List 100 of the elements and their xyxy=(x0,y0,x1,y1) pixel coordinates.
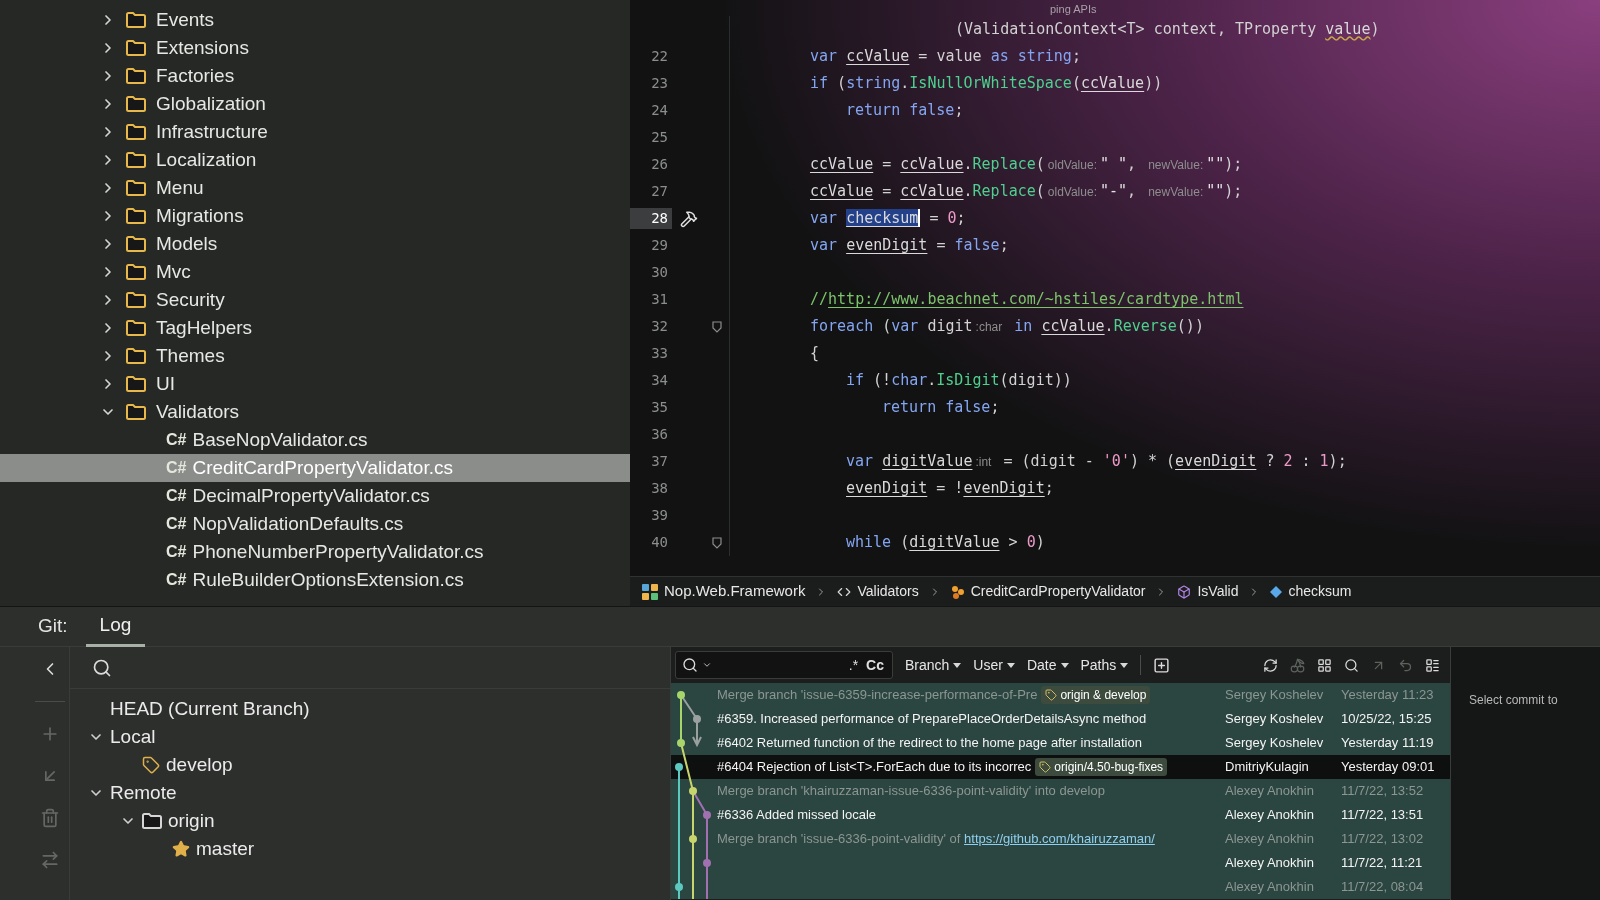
tree-item[interactable]: Infrastructure xyxy=(0,118,630,146)
tree-item[interactable]: C# NopValidationDefaults.cs xyxy=(0,510,630,538)
fold-marker-icon[interactable] xyxy=(712,320,722,333)
tree-item[interactable]: C# DecimalPropertyValidator.cs xyxy=(0,482,630,510)
search-field[interactable]: .* Cc xyxy=(675,651,893,679)
commit-date: 11/7/22, 13:02 xyxy=(1341,831,1424,847)
url-link[interactable]: http://www.beachnet.com/~hstiles/cardtype.html xyxy=(828,290,1244,309)
commit-row[interactable]: Merge branch 'issue-6336-point-validity' of https://github.com/khairuzzaman/ Alexey Anokhin 11/7/22, 13:02 xyxy=(671,827,1450,851)
folder-icon xyxy=(126,180,146,196)
tag-icon xyxy=(1045,689,1058,701)
folder-icon xyxy=(126,264,146,280)
grid-icon[interactable] xyxy=(1317,657,1332,673)
tree-item[interactable]: TagHelpers xyxy=(0,314,630,342)
empty-state-text: Select commit to xyxy=(1469,693,1558,707)
diamond-icon xyxy=(1270,585,1283,598)
filter-dropdown[interactable]: Date xyxy=(1026,654,1069,676)
commit-row[interactable]: #6404 Rejection of List<T>.ForEach due to its incorrec origin/4.50-bug-fixes DmitriyKulagin Yesterday 09:01 xyxy=(671,755,1450,779)
commit-author: Sergey Koshelev xyxy=(1225,687,1324,703)
breadcrumb-item[interactable]: CreditCardPropertyValidator xyxy=(950,581,1146,602)
filter-dropdown[interactable]: Branch xyxy=(905,654,962,676)
dots-icon xyxy=(950,584,965,599)
tree-item[interactable]: Themes xyxy=(0,342,630,370)
branch-item[interactable]: HEAD (Current Branch) xyxy=(70,695,670,723)
tree-item[interactable]: Events xyxy=(0,6,630,34)
commit-row[interactable]: #6336 Added missed locale Alexey Anokhin 11/7/22, 13:51 xyxy=(671,803,1450,827)
square-plus-icon[interactable] xyxy=(1153,656,1171,674)
commit-author: Alexey Anokhin xyxy=(1225,855,1314,871)
commit-row[interactable]: Merge branch 'issue-6359-increase-performance-of-Pre origin & develop Sergey Koshelev Yesterday 11:23 xyxy=(671,683,1450,707)
breadcrumb-item[interactable]: Validators xyxy=(837,581,919,602)
commit-author: Sergey Koshelev xyxy=(1225,735,1324,751)
tree-item[interactable]: Migrations xyxy=(0,202,630,230)
tree-item[interactable]: Localization xyxy=(0,146,630,174)
line-number: 35 xyxy=(650,398,669,417)
breadcrumb-item[interactable]: checksum xyxy=(1270,581,1352,602)
tree-item[interactable]: C# BaseNopValidator.cs xyxy=(0,426,630,454)
commit-date: 10/25/22, 15:25 xyxy=(1341,711,1432,727)
tree-item[interactable]: Extensions xyxy=(0,34,630,62)
tree-item[interactable]: Mvc xyxy=(0,258,630,286)
tree-item[interactable]: UI xyxy=(0,370,630,398)
line-number: 36 xyxy=(650,425,669,444)
filter-dropdown[interactable]: Paths xyxy=(1080,654,1129,676)
commit-row[interactable]: #6359. Increased performance of PreparePlaceOrderDetailsAsync method Sergey Koshelev 10/25/22, 15:25 xyxy=(671,707,1450,731)
branch-item[interactable]: Local xyxy=(70,723,670,751)
commit-date: 11/7/22, 11:21 xyxy=(1341,855,1423,871)
commit-message: Merge branch 'issue-6359-increase-performance-of-Pre xyxy=(717,686,1038,705)
ref-label-text: origin & develop xyxy=(1060,687,1147,704)
commit-author: Alexey Anokhin xyxy=(1225,831,1314,847)
line-number: 26 xyxy=(650,155,669,174)
file-type-label: C# xyxy=(166,542,187,562)
code-line: ccValue = ccValue.Replace( oldValue: " ", newValue: ""); xyxy=(810,154,1243,176)
regex-toggle[interactable]: .* xyxy=(846,654,861,676)
url-link[interactable]: https://github.com/khairuzzaman/ xyxy=(964,831,1155,847)
caret-down-icon xyxy=(953,662,962,668)
commit-message: Merge branch 'issue-6336-point-validity' of https://github.com/khairuzzaman/ xyxy=(717,830,1155,849)
tree-item[interactable]: Validators xyxy=(0,398,630,426)
folder-icon xyxy=(126,376,146,392)
search-icon[interactable] xyxy=(1344,657,1359,673)
tree-item[interactable]: Globalization xyxy=(0,90,630,118)
commit-row[interactable]: Alexey Anokhin 11/7/22, 11:21 xyxy=(671,851,1450,875)
folder-icon xyxy=(126,12,146,28)
branch-item[interactable]: origin xyxy=(70,807,670,835)
code-line: var checksum = 0; xyxy=(810,208,966,230)
line-number: 37 xyxy=(650,452,669,471)
line-number: 33 xyxy=(650,344,669,363)
refresh-icon[interactable] xyxy=(1263,657,1278,673)
branch-item[interactable]: develop xyxy=(70,751,670,779)
breadcrumb-item[interactable]: Nop.Web.Framework xyxy=(642,580,806,603)
commit-message: #6336 Added missed locale xyxy=(717,806,876,825)
commit-author: DmitriyKulagin xyxy=(1225,759,1309,775)
commit-author: Alexey Anokhin xyxy=(1225,879,1314,895)
cube-icon xyxy=(1177,584,1192,599)
tree-item[interactable]: C# RuleBuilderOptionsExtension.cs xyxy=(0,566,630,594)
branch-item[interactable]: master xyxy=(70,835,670,863)
line-number: 31 xyxy=(650,290,669,309)
code-line: foreach (var digit :char in ccValue.Reverse()) xyxy=(810,316,1204,338)
tree-item[interactable]: Security xyxy=(0,286,630,314)
breadcrumb-item[interactable]: IsValid xyxy=(1177,581,1239,602)
branch-item[interactable]: Remote xyxy=(70,779,670,807)
tree-item[interactable]: C# PhoneNumberPropertyValidator.cs xyxy=(0,538,630,566)
tab[interactable]: Log xyxy=(85,606,146,647)
caret-down-icon xyxy=(1060,662,1069,668)
commit-date: 11/7/22, 13:52 xyxy=(1341,783,1424,799)
file-type-label: C# xyxy=(166,514,187,534)
list-icon[interactable] xyxy=(1425,657,1440,673)
code-line: ccValue = ccValue.Replace( oldValue: "-", newValue: ""); xyxy=(810,181,1243,203)
tree-item[interactable]: Models xyxy=(0,230,630,258)
caret-down-icon xyxy=(702,660,712,670)
commit-row[interactable]: #6402 Returned function of the redirect to the home page after installation Sergey Koshelev Yesterday 11:19 xyxy=(671,731,1450,755)
line-number: 34 xyxy=(650,371,669,390)
fold-marker-icon[interactable] xyxy=(712,536,722,549)
hammer-icon[interactable] xyxy=(680,209,698,228)
folder-icon xyxy=(126,68,146,84)
file-type-label: C# xyxy=(166,458,187,478)
code-line: return false; xyxy=(882,397,1000,419)
filter-dropdown[interactable]: User xyxy=(973,654,1015,676)
commit-date: Yesterday 09:01 xyxy=(1341,759,1435,775)
match-case-toggle[interactable]: Cc xyxy=(864,654,886,676)
line-number: 22 xyxy=(650,47,669,66)
tree-item[interactable]: Menu xyxy=(0,174,630,202)
tree-item[interactable]: Factories xyxy=(0,62,630,90)
